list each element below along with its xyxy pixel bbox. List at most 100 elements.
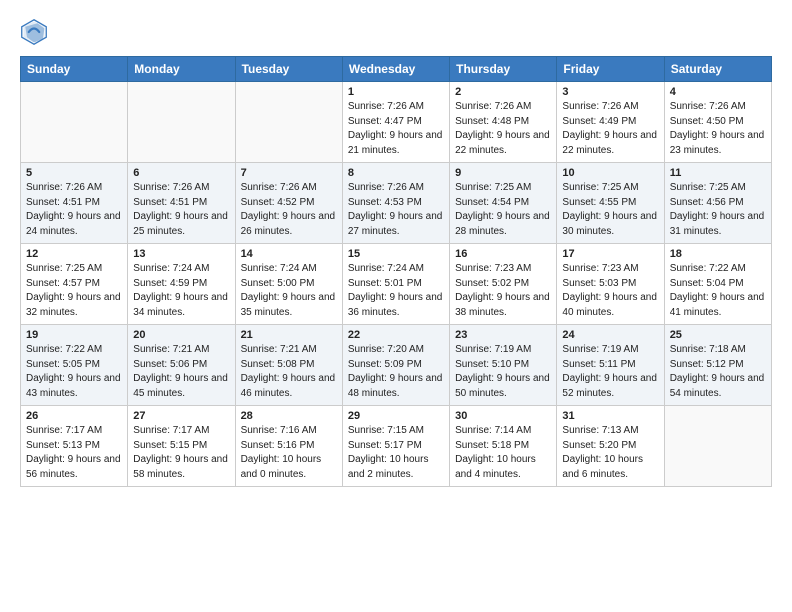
week-row-3: 12 Sunrise: 7:25 AMSunset: 4:57 PMDayligh… xyxy=(21,244,772,325)
day-number: 28 xyxy=(241,410,337,422)
day-info: Sunrise: 7:21 AMSunset: 5:06 PMDaylight:… xyxy=(133,343,229,401)
calendar-cell: 31Sunrise: 7:13 AMSunset: 5:20 PMDayligh… xyxy=(557,406,664,487)
calendar-cell: 28 Sunrise: 7:16 AMSunset: 5:16 PMDayligh… xyxy=(235,406,342,487)
calendar-cell xyxy=(21,82,128,163)
day-info: Sunrise: 7:16 AMSunset: 5:16 PMDaylight:… xyxy=(241,424,337,482)
logo xyxy=(20,18,52,46)
day-number: 9 xyxy=(455,167,551,179)
day-info: Sunrise: 7:26 AMSunset: 4:49 PMDaylight:… xyxy=(562,100,658,158)
calendar-cell: 12 Sunrise: 7:25 AMSunset: 4:57 PMDayligh… xyxy=(21,244,128,325)
day-number: 29 xyxy=(348,410,444,422)
day-number: 13 xyxy=(133,248,229,260)
calendar-cell: 30 Sunrise: 7:14 AMSunset: 5:18 PMDayligh… xyxy=(450,406,557,487)
day-number: 20 xyxy=(133,329,229,341)
day-info: Sunrise: 7:25 AMSunset: 4:55 PMDaylight:… xyxy=(562,181,658,239)
weekday-header-sunday: Sunday xyxy=(21,57,128,82)
day-info: Sunrise: 7:25 AMSunset: 4:57 PMDaylight:… xyxy=(26,262,122,320)
calendar-cell xyxy=(128,82,235,163)
calendar-cell: 5Sunrise: 7:26 AMSunset: 4:51 PMDaylight… xyxy=(21,163,128,244)
day-info: Sunrise: 7:18 AMSunset: 5:12 PMDaylight:… xyxy=(670,343,766,401)
calendar-cell xyxy=(235,82,342,163)
page: SundayMondayTuesdayWednesdayThursdayFrid… xyxy=(0,0,792,505)
calendar-cell: 13 Sunrise: 7:24 AMSunset: 4:59 PMDayligh… xyxy=(128,244,235,325)
day-info: Sunrise: 7:26 AMSunset: 4:48 PMDaylight:… xyxy=(455,100,551,158)
calendar-cell: 14 Sunrise: 7:24 AMSunset: 5:00 PMDayligh… xyxy=(235,244,342,325)
day-number: 22 xyxy=(348,329,444,341)
week-row-4: 19 Sunrise: 7:22 AMSunset: 5:05 PMDayligh… xyxy=(21,325,772,406)
calendar-cell: 7 Sunrise: 7:26 AMSunset: 4:52 PMDaylight… xyxy=(235,163,342,244)
calendar-cell: 2 Sunrise: 7:26 AMSunset: 4:48 PMDaylight… xyxy=(450,82,557,163)
calendar-table: SundayMondayTuesdayWednesdayThursdayFrid… xyxy=(20,56,772,487)
day-number: 8 xyxy=(348,167,444,179)
day-number: 1 xyxy=(348,86,444,98)
day-number: 5 xyxy=(26,167,122,179)
day-info: Sunrise: 7:24 AMSunset: 5:00 PMDaylight:… xyxy=(241,262,337,320)
day-number: 10 xyxy=(562,167,658,179)
day-number: 2 xyxy=(455,86,551,98)
day-number: 16 xyxy=(455,248,551,260)
header xyxy=(20,18,772,46)
weekday-header-tuesday: Tuesday xyxy=(235,57,342,82)
day-number: 4 xyxy=(670,86,766,98)
week-row-5: 26 Sunrise: 7:17 AMSunset: 5:13 PMDayligh… xyxy=(21,406,772,487)
calendar-cell: 3 Sunrise: 7:26 AMSunset: 4:49 PMDaylight… xyxy=(557,82,664,163)
calendar-cell: 17 Sunrise: 7:23 AMSunset: 5:03 PMDayligh… xyxy=(557,244,664,325)
week-row-1: 1 Sunrise: 7:26 AMSunset: 4:47 PMDaylight… xyxy=(21,82,772,163)
day-number: 21 xyxy=(241,329,337,341)
weekday-header-wednesday: Wednesday xyxy=(342,57,449,82)
day-number: 12 xyxy=(26,248,122,260)
weekday-header-row: SundayMondayTuesdayWednesdayThursdayFrid… xyxy=(21,57,772,82)
day-info: Sunrise: 7:15 AMSunset: 5:17 PMDaylight:… xyxy=(348,424,444,482)
calendar-cell: 24 Sunrise: 7:19 AMSunset: 5:11 PMDayligh… xyxy=(557,325,664,406)
day-info: Sunrise: 7:14 AMSunset: 5:18 PMDaylight:… xyxy=(455,424,551,482)
day-number: 30 xyxy=(455,410,551,422)
weekday-header-thursday: Thursday xyxy=(450,57,557,82)
calendar-cell: 18 Sunrise: 7:22 AMSunset: 5:04 PMDayligh… xyxy=(664,244,771,325)
day-info: Sunrise: 7:26 AMSunset: 4:51 PMDaylight:… xyxy=(133,181,229,239)
calendar-cell: 25 Sunrise: 7:18 AMSunset: 5:12 PMDayligh… xyxy=(664,325,771,406)
day-info: Sunrise: 7:25 AMSunset: 4:56 PMDaylight:… xyxy=(670,181,766,239)
calendar-cell xyxy=(664,406,771,487)
logo-icon xyxy=(20,18,48,46)
calendar-cell: 15Sunrise: 7:24 AMSunset: 5:01 PMDayligh… xyxy=(342,244,449,325)
day-number: 23 xyxy=(455,329,551,341)
day-number: 26 xyxy=(26,410,122,422)
day-info: Sunrise: 7:26 AMSunset: 4:52 PMDaylight:… xyxy=(241,181,337,239)
week-row-2: 5 Sunrise: 7:26 AMSunset: 4:51 PMDaylight… xyxy=(21,163,772,244)
day-info: Sunrise: 7:22 AMSunset: 5:05 PMDaylight:… xyxy=(26,343,122,401)
calendar-cell: 19 Sunrise: 7:22 AMSunset: 5:05 PMDayligh… xyxy=(21,325,128,406)
weekday-header-saturday: Saturday xyxy=(664,57,771,82)
day-info: Sunrise: 7:19 AMSunset: 5:11 PMDaylight:… xyxy=(562,343,658,401)
day-info: Sunrise: 7:26 AMSunset: 4:47 PMDaylight:… xyxy=(348,100,444,158)
day-info: Sunrise: 7:19 AMSunset: 5:10 PMDaylight:… xyxy=(455,343,551,401)
calendar-cell: 27Sunrise: 7:17 AMSunset: 5:15 PMDayligh… xyxy=(128,406,235,487)
day-number: 11 xyxy=(670,167,766,179)
day-number: 3 xyxy=(562,86,658,98)
day-number: 17 xyxy=(562,248,658,260)
day-info: Sunrise: 7:24 AMSunset: 4:59 PMDaylight:… xyxy=(133,262,229,320)
day-number: 18 xyxy=(670,248,766,260)
calendar-cell: 8 Sunrise: 7:26 AMSunset: 4:53 PMDaylight… xyxy=(342,163,449,244)
day-info: Sunrise: 7:13 AMSunset: 5:20 PMDaylight:… xyxy=(562,424,658,482)
calendar-cell: 9Sunrise: 7:25 AMSunset: 4:54 PMDaylight… xyxy=(450,163,557,244)
day-number: 7 xyxy=(241,167,337,179)
day-number: 25 xyxy=(670,329,766,341)
day-info: Sunrise: 7:23 AMSunset: 5:03 PMDaylight:… xyxy=(562,262,658,320)
day-number: 24 xyxy=(562,329,658,341)
day-info: Sunrise: 7:22 AMSunset: 5:04 PMDaylight:… xyxy=(670,262,766,320)
calendar-cell: 20 Sunrise: 7:21 AMSunset: 5:06 PMDayligh… xyxy=(128,325,235,406)
weekday-header-monday: Monday xyxy=(128,57,235,82)
calendar-cell: 21Sunrise: 7:21 AMSunset: 5:08 PMDayligh… xyxy=(235,325,342,406)
day-info: Sunrise: 7:20 AMSunset: 5:09 PMDaylight:… xyxy=(348,343,444,401)
day-number: 6 xyxy=(133,167,229,179)
day-info: Sunrise: 7:17 AMSunset: 5:13 PMDaylight:… xyxy=(26,424,122,482)
day-info: Sunrise: 7:26 AMSunset: 4:53 PMDaylight:… xyxy=(348,181,444,239)
day-number: 19 xyxy=(26,329,122,341)
calendar-cell: 1 Sunrise: 7:26 AMSunset: 4:47 PMDaylight… xyxy=(342,82,449,163)
calendar-cell: 26 Sunrise: 7:17 AMSunset: 5:13 PMDayligh… xyxy=(21,406,128,487)
day-info: Sunrise: 7:26 AMSunset: 4:50 PMDaylight:… xyxy=(670,100,766,158)
day-info: Sunrise: 7:17 AMSunset: 5:15 PMDaylight:… xyxy=(133,424,229,482)
day-info: Sunrise: 7:24 AMSunset: 5:01 PMDaylight:… xyxy=(348,262,444,320)
day-number: 14 xyxy=(241,248,337,260)
calendar-cell: 6 Sunrise: 7:26 AMSunset: 4:51 PMDaylight… xyxy=(128,163,235,244)
